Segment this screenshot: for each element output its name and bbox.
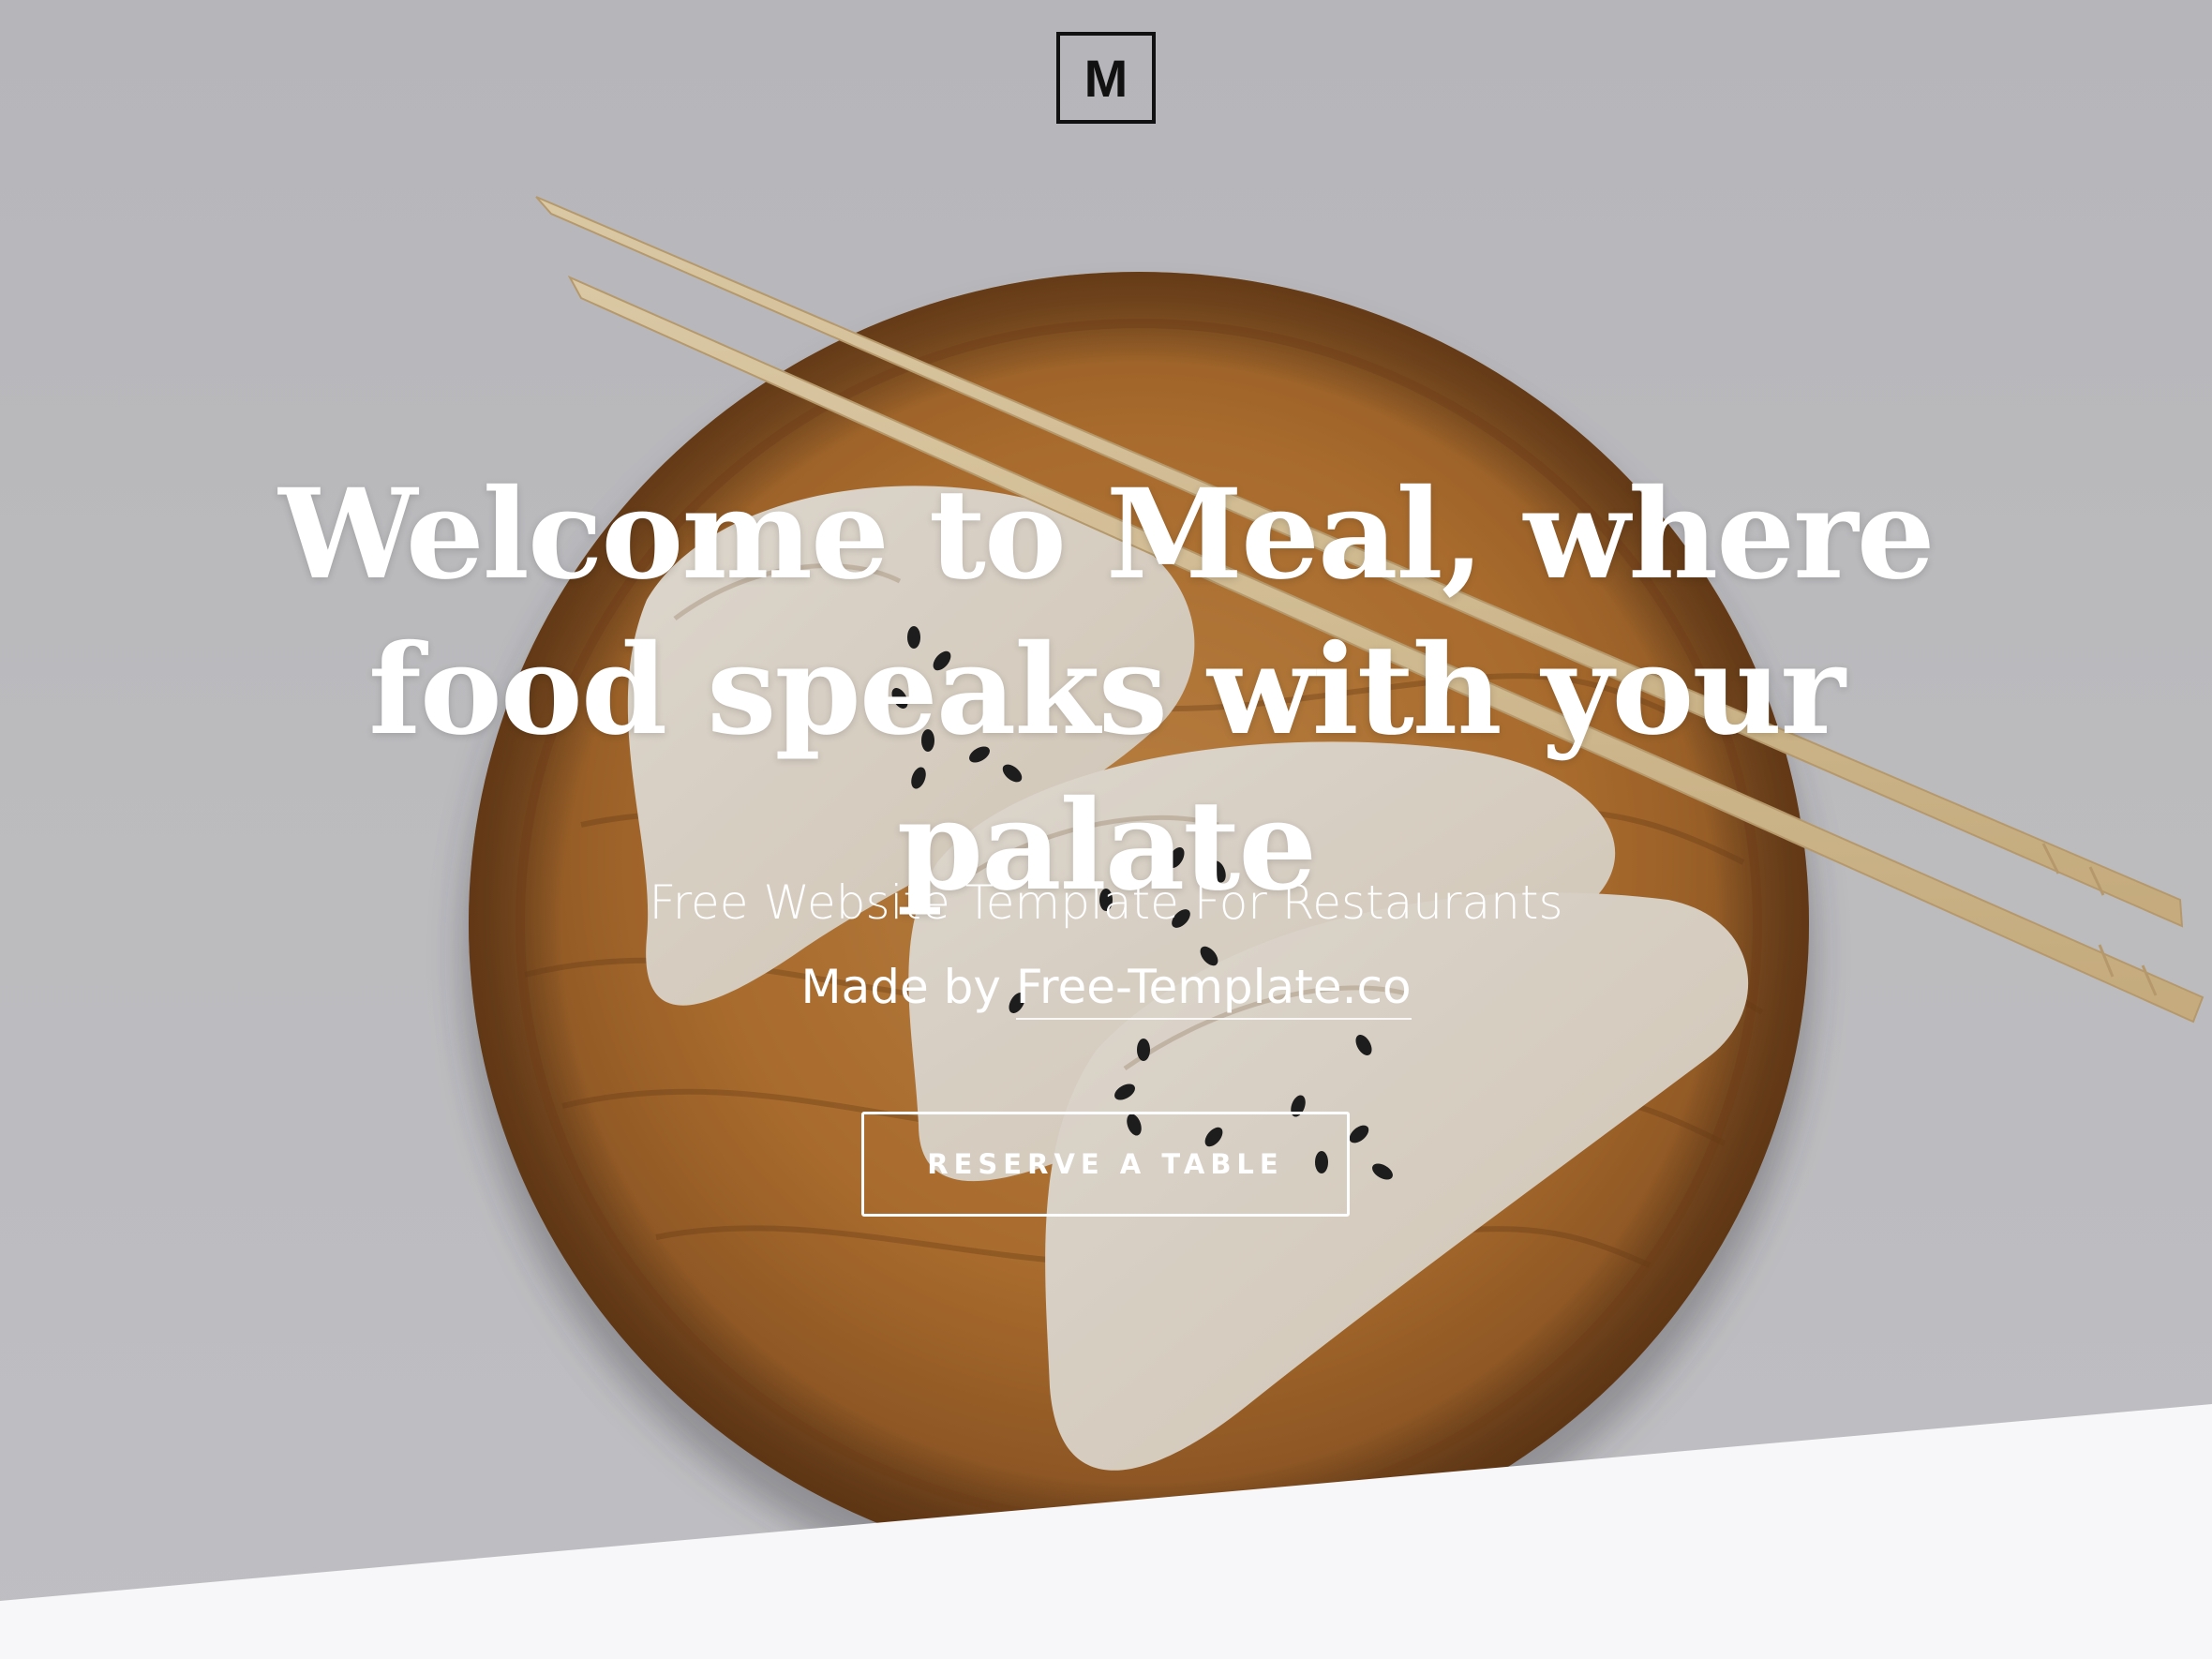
hero-title-line-1: Welcome to Meal, where [278, 462, 1935, 607]
reserve-table-label: RESERVE A TABLE [927, 1148, 1284, 1180]
logo-text: M [1084, 48, 1128, 108]
reserve-table-button[interactable]: RESERVE A TABLE [861, 1112, 1350, 1217]
credit-link[interactable]: Free-Template.co [1015, 960, 1412, 1020]
hero-subtitle: Free Website Template For Restaurants [649, 875, 1563, 930]
hero-credit: Made by Free-Template.co [356, 945, 1856, 1029]
site-logo[interactable]: M [1056, 32, 1156, 124]
credit-prefix: Made by [800, 960, 1016, 1014]
hero-title: Welcome to Meal, where food speaks with … [169, 457, 2043, 924]
hero-section: M Welcome to Meal, where food speaks wit… [0, 0, 2212, 1659]
